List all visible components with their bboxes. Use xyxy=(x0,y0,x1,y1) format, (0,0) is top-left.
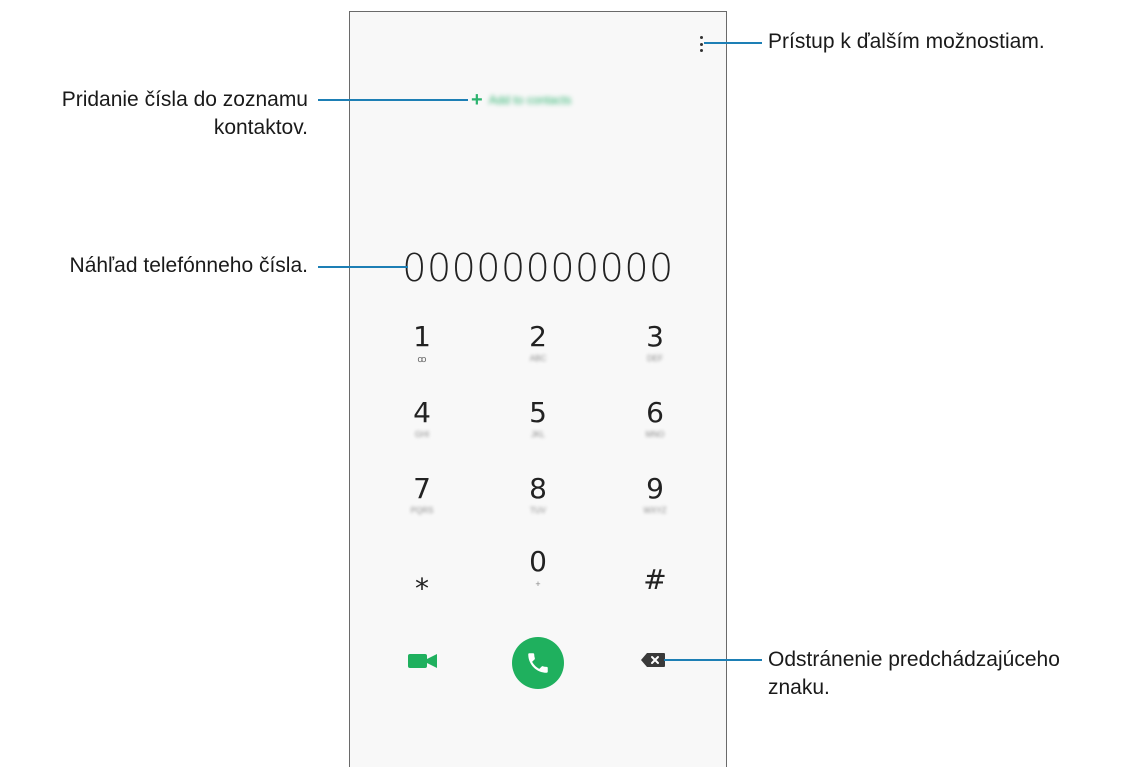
key-digit: 9 xyxy=(646,472,664,505)
key-letters: GHI xyxy=(414,430,430,439)
key-5[interactable]: 5 JKL xyxy=(498,398,578,440)
key-4[interactable]: 4 GHI xyxy=(382,398,462,440)
key-letters: WXYZ xyxy=(643,506,667,515)
annotation-add-number-line2: kontaktov. xyxy=(213,116,308,139)
key-0[interactable]: 0 + xyxy=(498,545,578,590)
key-star[interactable]: ⁎ xyxy=(382,565,462,595)
phone-icon xyxy=(528,653,548,673)
video-call-icon[interactable] xyxy=(407,651,439,671)
annotation-preview: Náhľad telefónneho čísla. xyxy=(69,254,308,277)
key-letters: PQRS xyxy=(410,506,434,515)
key-digit: # xyxy=(643,563,667,596)
key-digit: 8 xyxy=(529,472,547,505)
leader-line xyxy=(664,659,762,661)
annotation-more-options: Prístup k ďalším možnostiam. xyxy=(768,30,1045,53)
key-digit: ⁎ xyxy=(415,563,429,596)
key-digit: 4 xyxy=(413,396,431,429)
key-digit: 3 xyxy=(646,320,664,353)
key-letters: DEF xyxy=(647,354,663,363)
key-9[interactable]: 9 WXYZ xyxy=(615,474,695,516)
annotation-delete: Odstránenie predchádzajúceho znaku. xyxy=(768,646,1060,702)
key-digit: 7 xyxy=(413,472,431,505)
key-digit: 6 xyxy=(646,396,664,429)
key-3[interactable]: 3 DEF xyxy=(615,322,695,364)
annotation-delete-line2: znaku. xyxy=(768,676,830,699)
key-digit: 2 xyxy=(529,320,547,353)
voicemail-icon: ꝏ xyxy=(417,354,427,364)
key-letters: + xyxy=(535,579,541,589)
call-button[interactable] xyxy=(512,637,564,689)
key-digit: 1 xyxy=(413,320,431,353)
key-letters: MNO xyxy=(645,430,665,439)
backspace-icon[interactable] xyxy=(640,652,666,668)
key-1[interactable]: 1 ꝏ xyxy=(382,320,462,365)
phone-number-display: 00000000000 xyxy=(402,246,674,290)
key-letters: TUV xyxy=(530,506,546,515)
leader-line xyxy=(704,42,762,44)
leader-line xyxy=(318,266,408,268)
annotation-add-number-line1: Pridanie čísla do zoznamu xyxy=(61,88,308,111)
plus-icon: + xyxy=(471,88,483,111)
annotation-add-number: Pridanie čísla do zoznamu kontaktov. xyxy=(0,86,308,142)
key-6[interactable]: 6 MNO xyxy=(615,398,695,440)
key-letters: JKL xyxy=(531,430,545,439)
key-2[interactable]: 2 ABC xyxy=(498,322,578,364)
key-7[interactable]: 7 PQRS xyxy=(382,474,462,516)
annotation-delete-line1: Odstránenie predchádzajúceho xyxy=(768,648,1060,671)
key-letters: ABC xyxy=(529,354,547,363)
add-to-contacts-label: Add to contacts xyxy=(488,93,572,107)
key-digit: 5 xyxy=(529,396,547,429)
key-8[interactable]: 8 TUV xyxy=(498,474,578,516)
more-options-icon[interactable] xyxy=(698,36,704,52)
key-hash[interactable]: # xyxy=(615,565,695,595)
key-digit: 0 xyxy=(529,545,547,578)
add-to-contacts-button[interactable]: + Add to contacts xyxy=(471,86,571,114)
leader-line xyxy=(318,99,468,101)
